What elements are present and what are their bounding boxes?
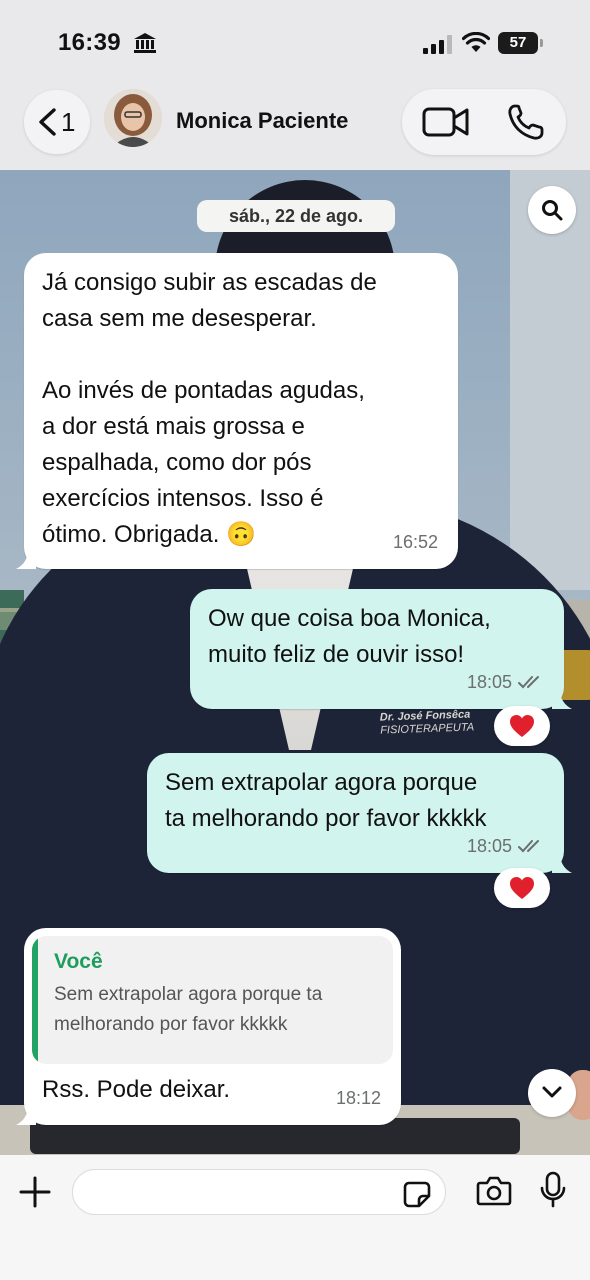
signal-icon: [423, 35, 452, 54]
message-meta: 18:12: [336, 1080, 381, 1116]
message-text: Ow que coisa boa Monica, muito feliz de …: [208, 605, 491, 668]
message-time: 18:05: [466, 836, 512, 856]
message-input-field[interactable]: [72, 1169, 446, 1215]
bubble-tail: [552, 689, 572, 709]
phone-icon[interactable]: [506, 103, 546, 141]
quote-author: Você: [54, 950, 103, 973]
message-bubble-outgoing[interactable]: Sem extrapolar agora porque ta melhorand…: [147, 753, 572, 873]
message-meta: 18:05: [467, 664, 544, 700]
bubble-tail: [552, 853, 572, 873]
heart-icon: [510, 715, 534, 737]
bubble-tail: [16, 549, 36, 569]
read-receipt-icon: [518, 676, 539, 689]
scroll-to-bottom-button[interactable]: [528, 1069, 576, 1117]
message-time: 18:05: [466, 672, 512, 692]
wifi-icon: [462, 32, 490, 52]
camera-icon[interactable]: [476, 1175, 512, 1207]
message-time: 16:52: [392, 532, 438, 552]
message-time: 18:12: [335, 1088, 381, 1108]
bubble-tail: [16, 1105, 36, 1125]
message-meta: 18:05: [467, 828, 544, 864]
message-bubble-incoming-reply[interactable]: Você Sem extrapolar agora porque ta melh…: [16, 928, 401, 1125]
quote-accent-bar: [32, 936, 38, 1064]
quote-text: Sem extrapolar agora porque ta melhorand…: [54, 984, 323, 1035]
microphone-icon[interactable]: [540, 1171, 566, 1209]
chevron-down-icon: [542, 1086, 562, 1098]
heart-icon: [510, 877, 534, 899]
status-time: 16:39: [58, 29, 121, 56]
reaction-badge[interactable]: [494, 868, 550, 908]
message-composer: [0, 1155, 590, 1280]
quoted-message[interactable]: Você Sem extrapolar agora porque ta melh…: [32, 936, 393, 1064]
search-icon: [542, 200, 563, 221]
message-bubble-outgoing[interactable]: Ow que coisa boa Monica, muito feliz de …: [190, 589, 572, 709]
chat-header: 1 Monica Paciente: [0, 80, 590, 170]
contact-name[interactable]: Monica Paciente: [176, 108, 348, 134]
message-text: Já consigo subir as escadas de casa sem …: [42, 269, 377, 548]
contact-avatar[interactable]: [104, 89, 162, 147]
message-text: Rss. Pode deixar.: [42, 1076, 231, 1103]
message-meta: 16:52: [393, 524, 438, 560]
video-camera-icon[interactable]: [422, 103, 470, 141]
status-bar: 16:39 57: [0, 0, 590, 80]
battery-level: 57: [509, 34, 527, 51]
reaction-badge[interactable]: [494, 706, 550, 746]
search-button[interactable]: [528, 186, 576, 234]
wallpaper-embroidery: Dr. José Fonsêca FISIOTERAPEUTA: [379, 708, 475, 737]
date-chip: sáb., 22 de ago.: [197, 200, 395, 232]
message-bubble-incoming[interactable]: Já consigo subir as escadas de casa sem …: [16, 253, 458, 569]
message-input[interactable]: [89, 1178, 389, 1206]
plus-icon[interactable]: [18, 1175, 52, 1209]
avatar-photo: [104, 89, 162, 147]
back-button[interactable]: 1: [24, 90, 90, 154]
message-text: Sem extrapolar agora porque ta melhorand…: [165, 769, 487, 832]
unread-count: 1: [61, 107, 76, 137]
bank-icon: [134, 33, 156, 53]
read-receipt-icon: [518, 840, 539, 853]
chevron-left-icon: [39, 108, 56, 136]
call-actions: [402, 89, 566, 155]
battery-icon: 57: [498, 32, 543, 54]
sticker-icon[interactable]: [403, 1180, 431, 1208]
